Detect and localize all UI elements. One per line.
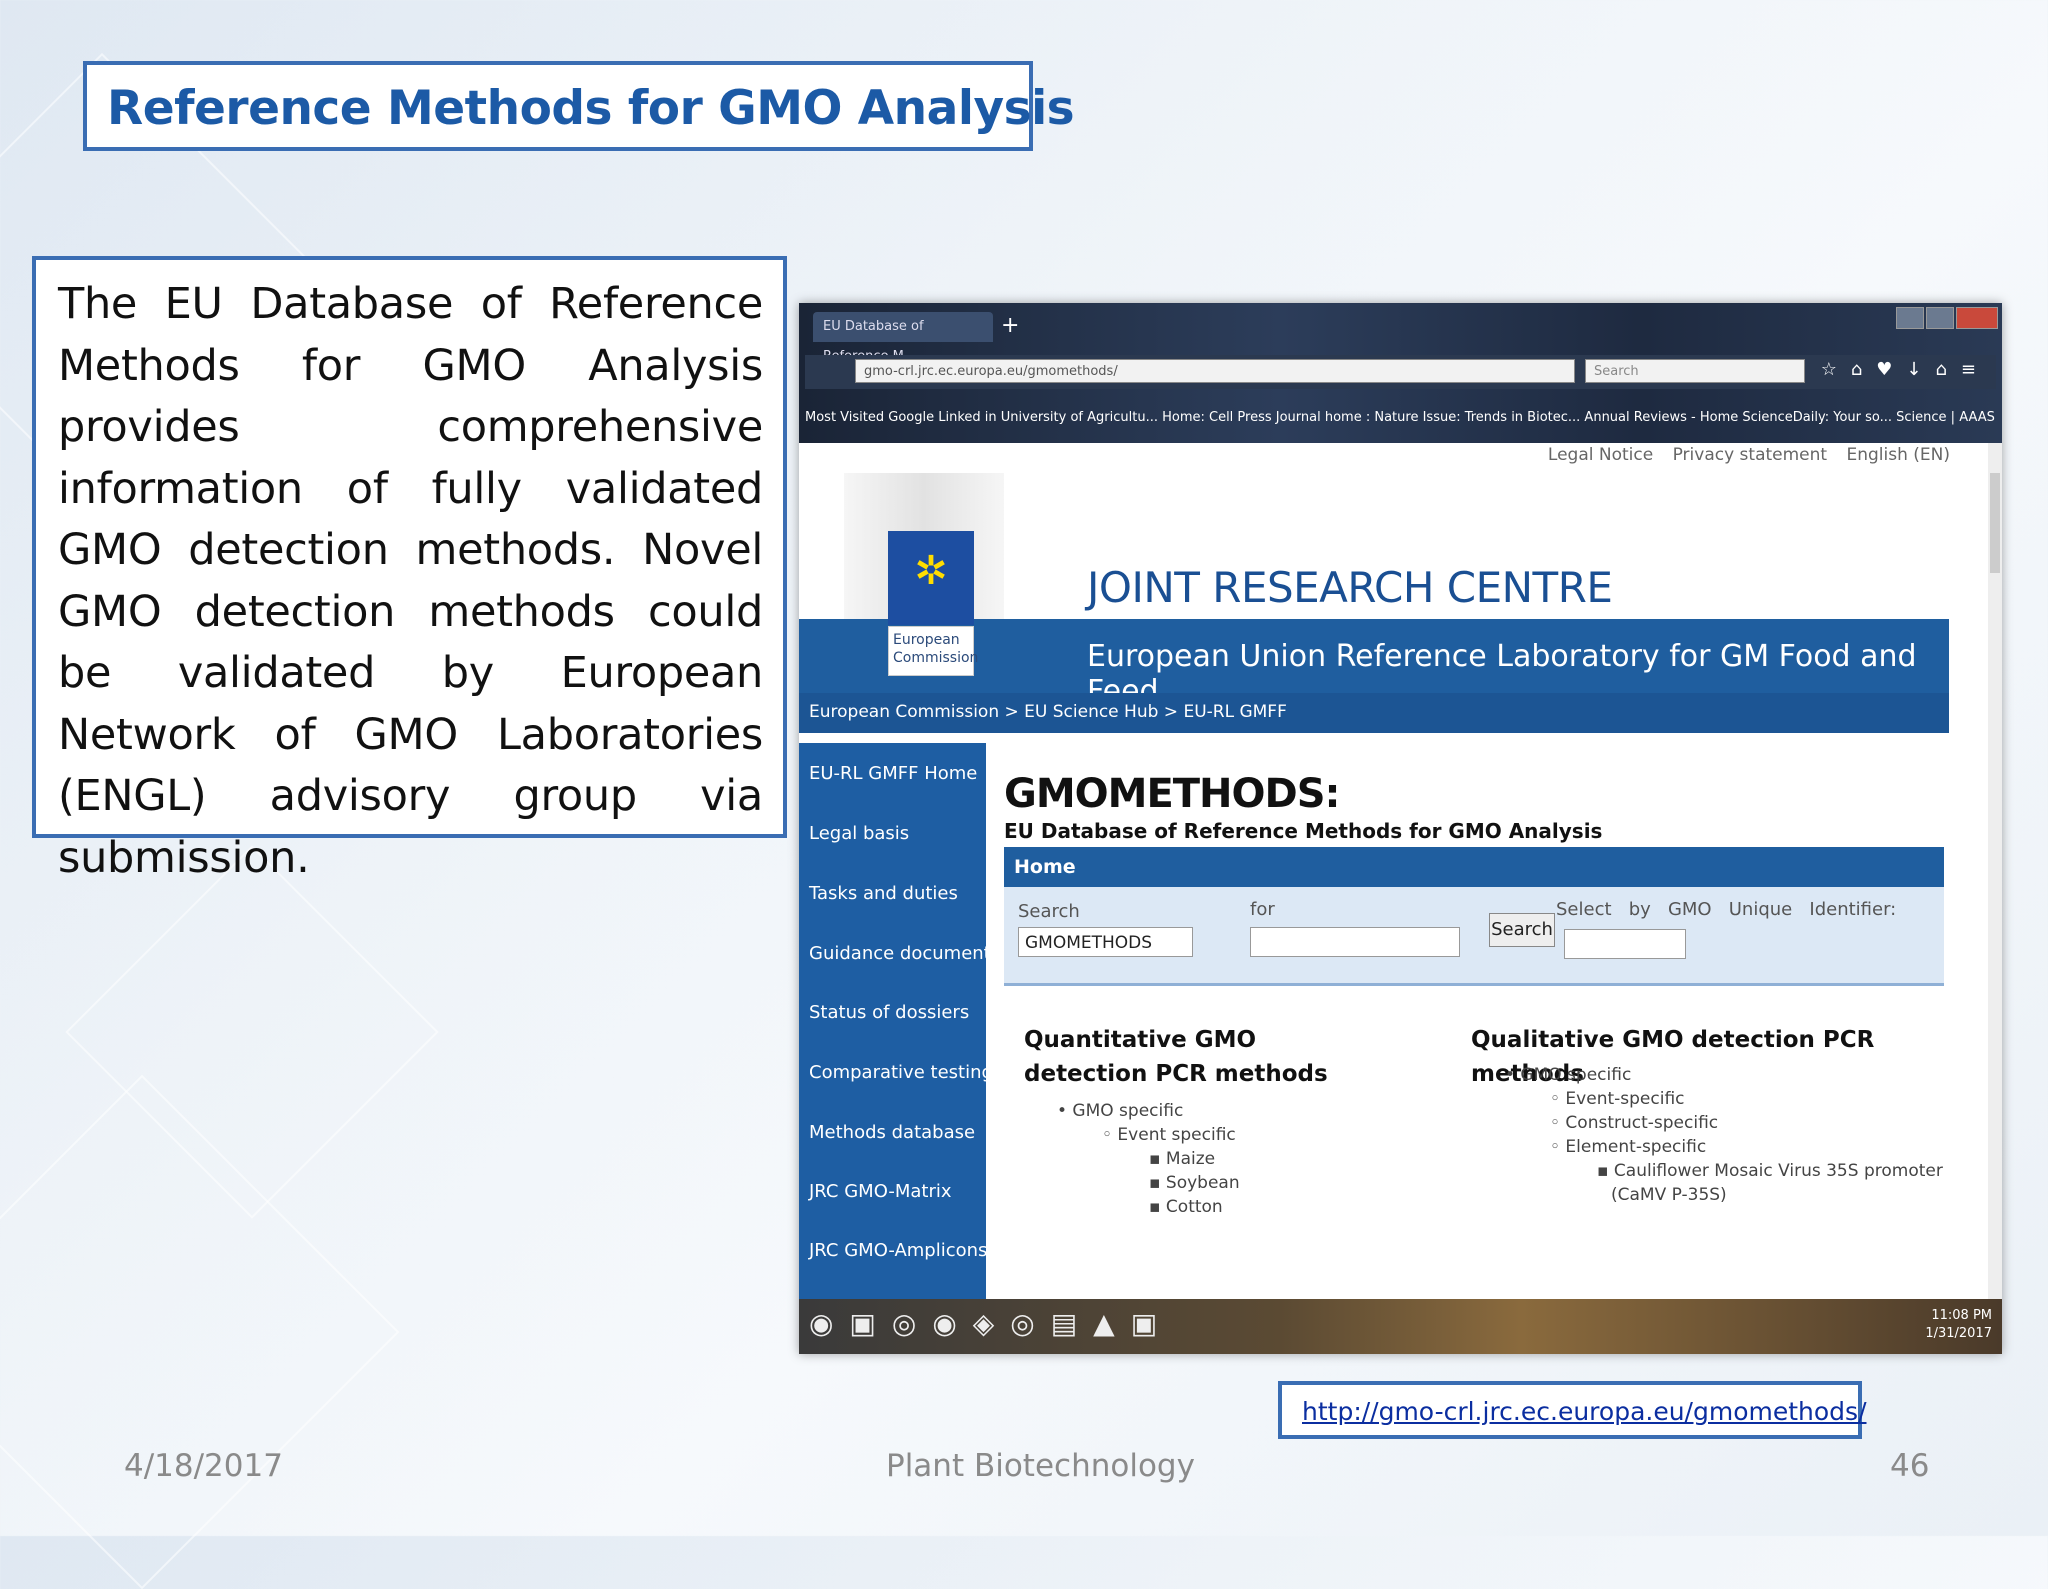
taskbar-app-icons[interactable]: ◉▣◎◉◈◎▤▲▣ <box>809 1307 1173 1340</box>
sidebar-item-comparative[interactable]: Comparative testing <box>809 1062 993 1083</box>
privacy-link[interactable]: Privacy statement <box>1673 445 1827 465</box>
system-clock[interactable]: 11:08 PM 1/31/2017 <box>1925 1307 1992 1343</box>
minimize-icon[interactable] <box>1896 307 1924 329</box>
list-item[interactable]: ▪ Maize <box>1149 1149 1215 1169</box>
close-icon[interactable] <box>1956 307 1998 329</box>
home-bar: Home <box>1004 847 1944 887</box>
language-link[interactable]: English (EN) <box>1846 445 1950 465</box>
browser-tab[interactable]: EU Database of Reference M... <box>813 312 993 364</box>
sidebar-item-matrix[interactable]: JRC GMO-Matrix <box>809 1181 952 1202</box>
page-title: GMOMETHODS: <box>1004 771 1341 817</box>
slide-title: Reference Methods for GMO Analysis <box>107 81 1075 136</box>
page-subtitle: EU Database of Reference Methods for GMO… <box>1004 819 1603 843</box>
browser-chrome: EU Database of Reference M... + gmo-crl.… <box>799 303 2002 443</box>
link-box: http://gmo-crl.jrc.ec.europa.eu/gmometho… <box>1278 1381 1867 1439</box>
jrc-title: JOINT RESEARCH CENTRE <box>1087 563 1613 612</box>
gmomethods-link[interactable]: http://gmo-crl.jrc.ec.europa.eu/gmometho… <box>1302 1397 1867 1426</box>
list-item[interactable]: • GMO specific <box>1505 1065 1631 1085</box>
list-item[interactable]: ◦ Event-specific <box>1550 1089 1685 1109</box>
list-item[interactable]: ▪ Soybean <box>1149 1173 1240 1193</box>
sidebar-item-methods[interactable]: Methods database <box>809 1122 975 1143</box>
taskbar: ◉▣◎◉◈◎▤▲▣ 11:08 PM 1/31/2017 <box>799 1299 2002 1354</box>
slide-title-box: Reference Methods for GMO Analysis <box>83 61 1075 151</box>
bookmarks-bar[interactable]: Most Visited Google Linked in University… <box>805 403 1996 433</box>
slide-body-text: The EU Database of Reference Methods for… <box>58 279 763 883</box>
sidebar-item-status[interactable]: Status of dossiers <box>809 1002 969 1023</box>
search-label: Search <box>1018 901 1080 922</box>
breadcrumb-text[interactable]: European Commission > EU Science Hub > E… <box>809 702 1287 722</box>
maximize-icon[interactable] <box>1926 307 1954 329</box>
ec-logo-label: European Commission <box>888 626 978 676</box>
top-links: Legal Notice Privacy statement English (… <box>1534 445 1950 465</box>
footer-title: Plant Biotechnology <box>886 1448 1195 1484</box>
new-tab-icon[interactable]: + <box>1001 313 1019 338</box>
search-select[interactable]: GMOMETHODS <box>1018 927 1193 957</box>
list-item[interactable]: ◦ Construct-specific <box>1550 1113 1718 1133</box>
address-bar[interactable]: gmo-crl.jrc.ec.europa.eu/gmomethods/ <box>855 359 1575 383</box>
sidebar-item-amplicons[interactable]: JRC GMO-Amplicons <box>809 1240 987 1261</box>
gmo-identifier-select[interactable] <box>1564 929 1686 959</box>
scrollbar-thumb[interactable] <box>1990 473 2000 573</box>
eu-flag-icon[interactable]: ✲ <box>888 531 974 625</box>
background-decoration <box>0 1074 400 1589</box>
list-item[interactable]: ◦ Event specific <box>1102 1125 1236 1145</box>
browser-screenshot: EU Database of Reference M... + gmo-crl.… <box>799 303 2002 1354</box>
navigation-bar: gmo-crl.jrc.ec.europa.eu/gmomethods/ Sea… <box>805 355 1996 389</box>
sidebar-item-legal-basis[interactable]: Legal basis <box>809 823 909 844</box>
quantitative-heading[interactable]: Quantitative GMO detection PCR methods <box>1024 1023 1384 1091</box>
scrollbar[interactable] <box>1988 443 2002 1299</box>
clock-time: 11:08 PM <box>1931 1308 1992 1323</box>
home-label[interactable]: Home <box>1014 856 1076 878</box>
sidebar-item-tasks[interactable]: Tasks and duties <box>809 883 958 904</box>
breadcrumb: European Commission > EU Science Hub > E… <box>799 693 1949 733</box>
search-button[interactable]: Search <box>1489 913 1555 947</box>
list-item[interactable]: ▪ Cauliflower Mosaic Virus 35S promoter <box>1597 1161 1943 1181</box>
search-input[interactable] <box>1250 927 1460 957</box>
sidebar-item-guidance[interactable]: Guidance documents <box>809 943 1000 964</box>
browser-search-input[interactable]: Search <box>1585 359 1805 383</box>
slide-body-box: The EU Database of Reference Methods for… <box>32 256 787 883</box>
for-label: for <box>1250 899 1275 920</box>
list-item[interactable]: • GMO specific <box>1057 1101 1183 1121</box>
footer-date: 4/18/2017 <box>124 1448 283 1484</box>
list-item[interactable]: (CaMV P-35S) <box>1611 1185 1727 1205</box>
clock-date: 1/31/2017 <box>1925 1326 1992 1341</box>
window-controls <box>1896 307 1998 329</box>
toolbar-icons[interactable]: ☆⌂♥↓⌂≡ <box>1821 359 1990 380</box>
web-page: Legal Notice Privacy statement English (… <box>799 443 2002 1299</box>
list-item[interactable]: ▪ Cotton <box>1149 1197 1223 1217</box>
legal-notice-link[interactable]: Legal Notice <box>1548 445 1653 465</box>
page-number: 46 <box>1890 1448 1930 1484</box>
sidebar: EU-RL GMFF Home Legal basis Tasks and du… <box>799 743 1000 1299</box>
search-panel: Search GMOMETHODS for Search Select by G… <box>1004 887 1944 986</box>
select-gmo-label: Select by GMO Unique Identifier: <box>1556 899 1897 920</box>
list-item[interactable]: ◦ Element-specific <box>1550 1137 1706 1157</box>
sidebar-item-home[interactable]: EU-RL GMFF Home <box>809 763 977 784</box>
